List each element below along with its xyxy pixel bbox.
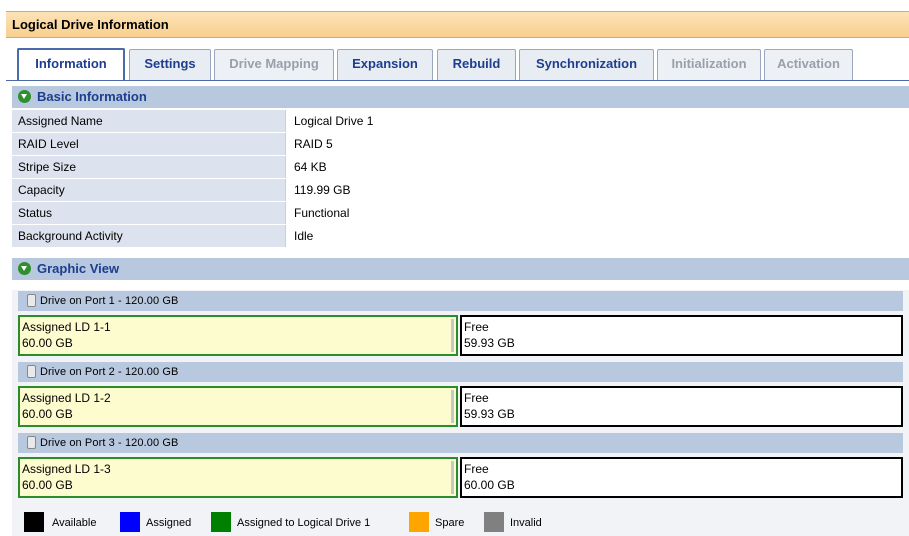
drive-header-port-2: Drive on Port 2 - 120.00 GB [18,362,903,382]
legend-swatch [484,512,504,532]
info-row-assigned-name: Assigned Name Logical Drive 1 [12,110,909,132]
info-row-capacity: Capacity 119.99 GB [12,179,909,201]
tab-settings[interactable]: Settings [129,49,211,80]
info-row-background-activity: Background Activity Idle [12,225,909,247]
info-row-stripe-size: Stripe Size 64 KB [12,156,909,178]
row-label: Capacity [12,179,285,201]
info-row-status: Status Functional [12,202,909,224]
segment-size: 60.00 GB [464,478,515,492]
tab-drive-mapping: Drive Mapping [214,49,334,80]
assigned-segment[interactable]: Assigned LD 1-2 60.00 GB [18,386,458,427]
row-label: RAID Level [12,133,285,155]
basic-information-header[interactable]: Basic Information [12,86,909,108]
legend-swatch [211,512,231,532]
free-segment[interactable]: Free 60.00 GB [460,457,903,498]
free-segment[interactable]: Free 59.93 GB [460,315,903,356]
segment-name: Assigned LD 1-1 [22,320,111,334]
hard-drive-icon [27,436,36,449]
drive-header-text: Drive on Port 1 - 120.00 GB [40,295,179,307]
section-title: Basic Information [37,89,147,104]
row-value: Idle [285,225,909,247]
row-value: 64 KB [285,156,909,178]
segment-name: Free [464,391,489,405]
legend-label: Available [52,517,97,529]
tab-bar: Information Settings Drive Mapping Expan… [6,38,909,93]
segment-size: 59.93 GB [464,407,515,421]
row-label: Background Activity [12,225,285,247]
tab-initialization: Initialization [657,49,761,80]
window-title-bar: Logical Drive Information [6,11,909,38]
collapse-arrow-icon[interactable] [18,262,31,275]
assigned-segment[interactable]: Assigned LD 1-3 60.00 GB [18,457,458,498]
window-title: Logical Drive Information [12,17,169,32]
legend-swatch [120,512,140,532]
drive-header-port-3: Drive on Port 3 - 120.00 GB [18,433,903,453]
legend-swatch [409,512,429,532]
tab-activation: Activation [764,49,853,80]
tab-information[interactable]: Information [17,48,125,81]
row-label: Status [12,202,285,224]
hard-drive-icon [27,365,36,378]
tab-rebuild[interactable]: Rebuild [437,49,516,80]
row-value: RAID 5 [285,133,909,155]
segment-name: Assigned LD 1-3 [22,462,111,476]
tab-underline [6,80,909,81]
legend-label: Assigned [146,517,192,529]
segment-size: 60.00 GB [22,407,73,421]
tab-expansion[interactable]: Expansion [337,49,433,80]
assigned-segment[interactable]: Assigned LD 1-1 60.00 GB [18,315,458,356]
free-segment[interactable]: Free 59.93 GB [460,386,903,427]
row-label: Stripe Size [12,156,285,178]
drive-header-port-1: Drive on Port 1 - 120.00 GB [18,291,903,311]
drive-header-text: Drive on Port 2 - 120.00 GB [40,366,179,378]
hard-drive-icon [27,294,36,307]
tab-synchronization[interactable]: Synchronization [519,49,654,80]
row-value: Functional [285,202,909,224]
row-value: Logical Drive 1 [285,110,909,132]
section-title: Graphic View [37,261,120,276]
drive-header-text: Drive on Port 3 - 120.00 GB [40,437,179,449]
legend-label: Spare [435,517,465,529]
segment-size: 59.93 GB [464,336,515,350]
segment-size: 60.00 GB [22,478,73,492]
collapse-arrow-icon[interactable] [18,90,31,103]
segment-size: 60.00 GB [22,336,73,350]
row-label: Assigned Name [12,110,285,132]
graphic-view-header[interactable]: Graphic View [12,258,909,280]
segment-name: Assigned LD 1-2 [22,391,111,405]
segment-name: Free [464,462,489,476]
info-row-raid-level: RAID Level RAID 5 [12,133,909,155]
legend-label: Assigned to Logical Drive 1 [237,517,371,529]
legend-swatch [24,512,44,532]
segment-name: Free [464,320,489,334]
logical-drive-panel: Logical Drive Information Information Se… [6,11,909,536]
row-value: 119.99 GB [285,179,909,201]
legend-label: Invalid [510,517,542,529]
